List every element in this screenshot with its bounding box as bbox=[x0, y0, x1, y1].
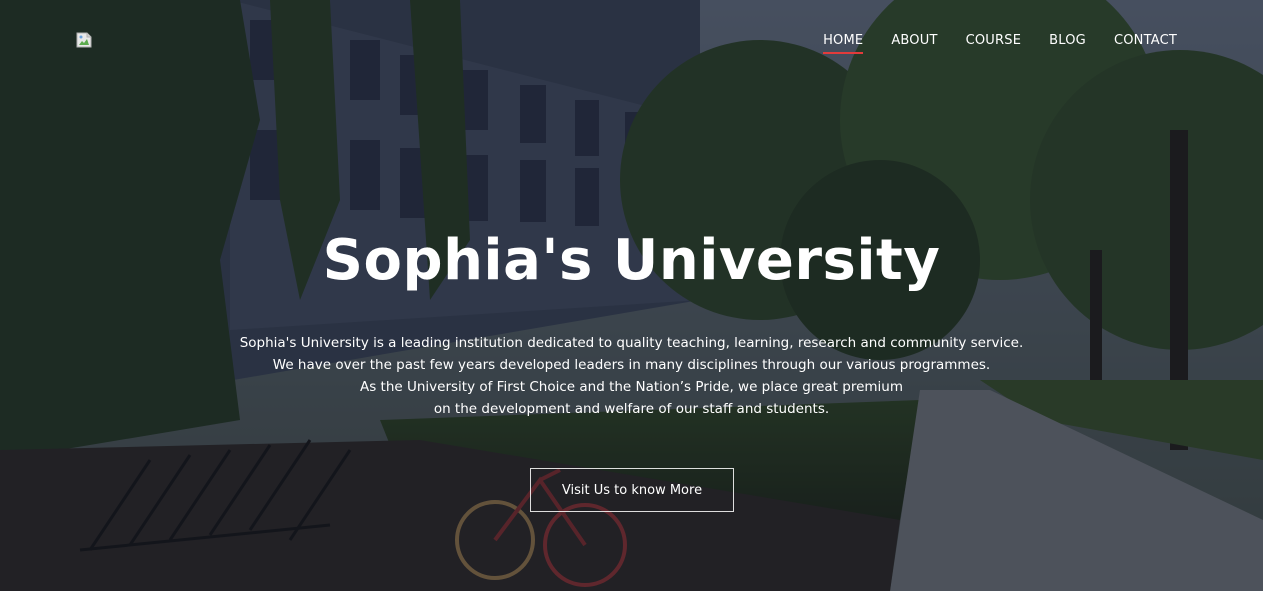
nav-item-blog[interactable]: BLOG bbox=[1049, 33, 1086, 52]
hero-description-line: As the University of First Choice and th… bbox=[359, 379, 904, 395]
main-nav: HOME ABOUT COURSE BLOG CONTACT bbox=[795, 33, 1177, 54]
nav-item-course[interactable]: COURSE bbox=[966, 33, 1022, 52]
hero-description-line: on the development and welfare of our st… bbox=[433, 401, 830, 417]
nav-item-home[interactable]: HOME bbox=[823, 33, 864, 54]
hero-section: HOME ABOUT COURSE BLOG CONTACT Sophia's … bbox=[0, 0, 1263, 591]
hero-description-line: We have over the past few years develope… bbox=[272, 357, 991, 373]
hero-description-line: Sophia's University is a leading institu… bbox=[239, 335, 1024, 351]
broken-image-icon[interactable] bbox=[76, 32, 92, 48]
visit-us-button[interactable]: Visit Us to know More bbox=[530, 468, 734, 512]
nav-item-about[interactable]: ABOUT bbox=[891, 33, 937, 52]
hero-title: Sophia's University bbox=[322, 228, 941, 293]
nav-item-contact[interactable]: CONTACT bbox=[1114, 33, 1177, 52]
hero-description: Sophia's University is a leading institu… bbox=[0, 332, 1263, 420]
